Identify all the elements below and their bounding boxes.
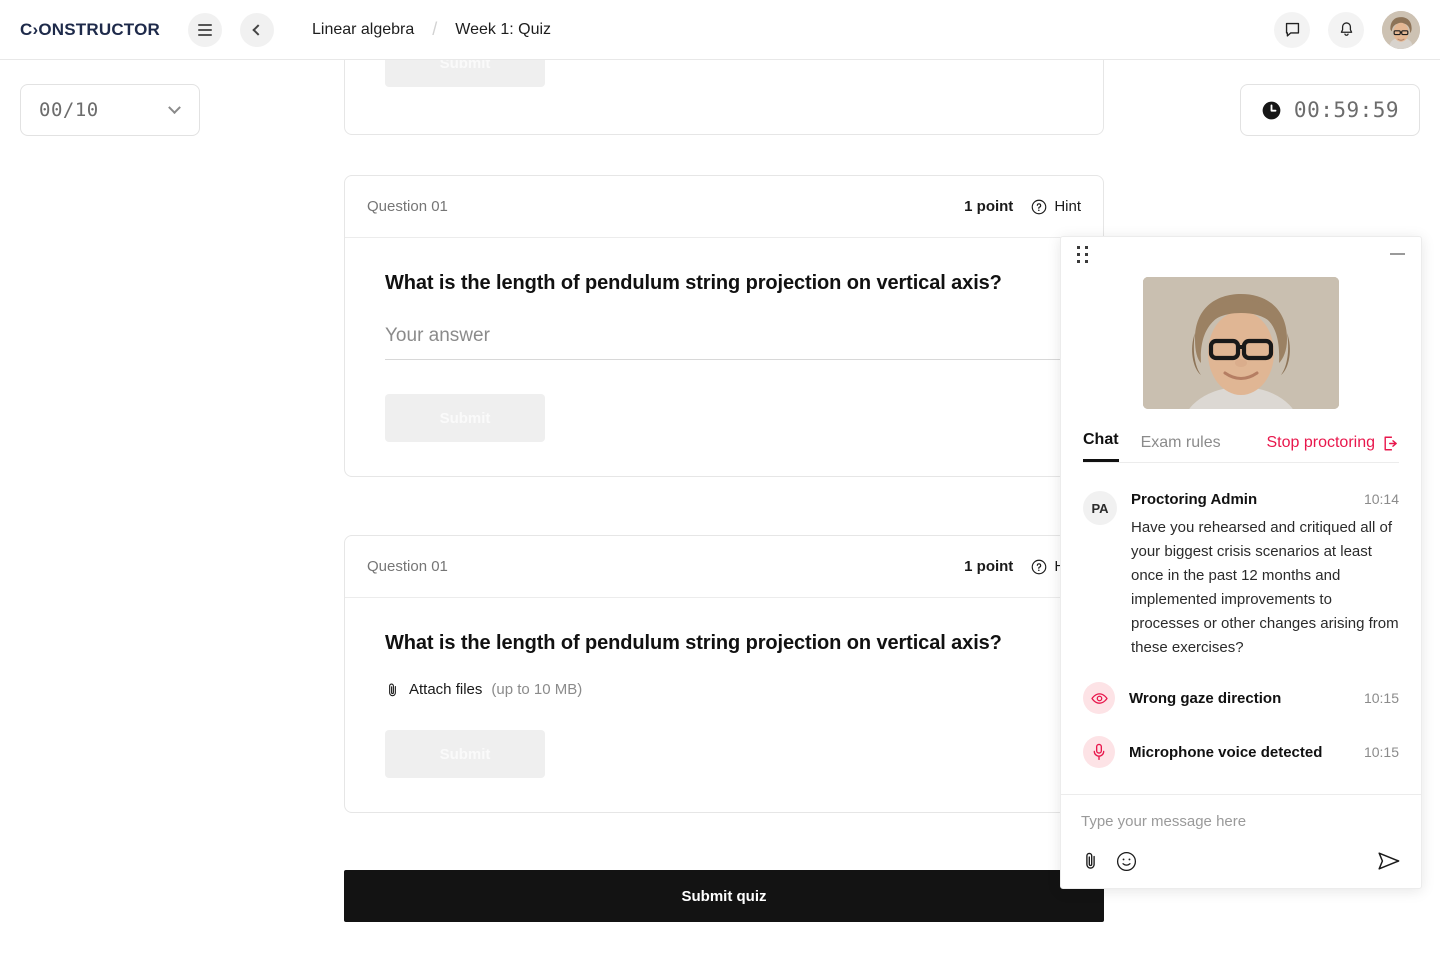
submit-answer-button[interactable]: Submit <box>385 394 545 442</box>
question-card-body: What is the length of pendulum string pr… <box>345 238 1103 476</box>
logout-icon <box>1384 436 1397 450</box>
smiley-icon <box>1116 851 1137 871</box>
question-progress-value: 00/10 <box>39 99 99 121</box>
attach-files-button[interactable]: Attach files (up to 10 MB) <box>385 681 1063 698</box>
minimize-icon[interactable] <box>1390 253 1405 255</box>
question-points: 1 point <box>964 198 1014 215</box>
chat-message-time: 10:14 <box>1363 491 1399 507</box>
chat-composer-actions <box>1081 850 1401 872</box>
bell-icon <box>1340 21 1352 36</box>
question-points: 1 point <box>964 558 1014 575</box>
submit-quiz-button[interactable]: Submit quiz <box>344 870 1104 922</box>
proctoring-event-label: Wrong gaze direction <box>1129 689 1282 707</box>
send-icon <box>1378 852 1400 870</box>
brand-logo-text: C›ONSTRUCTOR <box>20 19 160 39</box>
question-circle-icon <box>1031 199 1047 214</box>
question-card-header: Question 01 1 point Hint <box>345 536 1103 598</box>
attach-files-hint: (up to 10 MB) <box>491 681 583 698</box>
chat-send-button[interactable] <box>1377 850 1401 872</box>
proctoring-event: Wrong gaze direction 10:15 <box>1083 682 1399 714</box>
eye-icon <box>1090 692 1108 704</box>
proctoring-webcam-feed <box>1143 277 1339 409</box>
chevron-down-icon <box>168 100 181 114</box>
menu-button[interactable] <box>187 12 222 47</box>
proctoring-panel-header <box>1061 237 1421 271</box>
breadcrumb-separator: / <box>432 19 438 39</box>
brand-logo[interactable]: C›ONSTRUCTOR <box>20 20 160 40</box>
chat-message-author: Proctoring Admin <box>1131 491 1258 508</box>
chat-message-input[interactable]: Type your message here <box>1081 813 1401 830</box>
question-number: Question 01 <box>367 558 448 575</box>
tab-chat[interactable]: Chat <box>1083 431 1119 462</box>
question-progress-select[interactable]: 00/10 <box>20 84 200 136</box>
question-circle-icon <box>1031 559 1047 574</box>
stop-proctoring-label: Stop proctoring <box>1266 434 1375 451</box>
hint-button[interactable]: Hint <box>1031 198 1081 215</box>
proctoring-event-time: 10:15 <box>1363 744 1399 760</box>
webcam-portrait <box>1143 277 1339 409</box>
chevron-left-icon <box>252 23 265 36</box>
proctoring-event-time: 10:15 <box>1363 690 1399 706</box>
question-card-body: What is the length of pendulum string pr… <box>345 598 1103 812</box>
event-icon-wrap <box>1083 736 1115 768</box>
paperclip-icon <box>389 683 396 696</box>
stop-proctoring-button[interactable]: Stop proctoring <box>1266 434 1399 462</box>
answer-input[interactable]: Your answer <box>385 325 1063 360</box>
question-text: What is the length of pendulum string pr… <box>385 632 1002 654</box>
question-card-header: Question 01 1 point Hint <box>345 176 1103 238</box>
notifications-button[interactable] <box>1328 11 1364 48</box>
messages-button[interactable] <box>1274 11 1310 48</box>
breadcrumb-page[interactable]: Week 1: Quiz <box>455 21 551 39</box>
chat-composer: Type your message here <box>1061 794 1421 888</box>
question-text: What is the length of pendulum string pr… <box>385 272 1002 294</box>
attach-files-label: Attach files <box>409 681 483 698</box>
avatar-portrait <box>1382 10 1420 49</box>
submit-answer-button[interactable]: Submit <box>385 730 545 778</box>
chat-bubble-icon <box>1285 22 1299 37</box>
avatar[interactable] <box>1382 10 1420 49</box>
chat-message-text: Have you rehearsed and critiqued all of … <box>1131 519 1399 656</box>
clock-icon <box>1262 101 1281 119</box>
question-number: Question 01 <box>367 198 448 215</box>
paperclip-icon <box>1086 852 1095 869</box>
tab-exam-rules[interactable]: Exam rules <box>1141 434 1221 462</box>
microphone-icon <box>1093 743 1105 761</box>
chat-attach-button[interactable] <box>1081 851 1100 871</box>
breadcrumb-course[interactable]: Linear algebra <box>312 21 414 39</box>
chat-emoji-button[interactable] <box>1116 851 1137 872</box>
back-button[interactable] <box>239 12 274 47</box>
exam-timer-value: 00:59:59 <box>1293 98 1400 122</box>
hint-label: Hint <box>1054 198 1081 215</box>
breadcrumb: Linear algebra / Week 1: Quiz <box>312 19 551 40</box>
event-icon-wrap <box>1083 682 1115 714</box>
drag-handle-icon[interactable] <box>1077 245 1088 263</box>
avatar: PA <box>1083 491 1117 525</box>
chat-message-list: PA Proctoring Admin 10:14 Have you rehea… <box>1061 463 1421 794</box>
proctoring-event-label: Microphone voice detected <box>1129 743 1323 761</box>
hamburger-icon <box>197 23 212 36</box>
proctoring-panel: Chat Exam rules Stop proctoring PA Proct… <box>1060 236 1422 889</box>
exam-timer: 00:59:59 <box>1240 84 1420 136</box>
chat-message: PA Proctoring Admin 10:14 Have you rehea… <box>1083 491 1399 660</box>
question-card: Question 01 1 point Hint What is the len… <box>344 535 1104 813</box>
question-card: Question 01 1 point Hint What is the len… <box>344 175 1104 477</box>
top-navigation-bar: C›ONSTRUCTOR Linear algebra / Week 1: Qu… <box>0 0 1440 60</box>
proctoring-event: Microphone voice detected 10:15 <box>1083 736 1399 768</box>
top-bar-actions <box>1274 10 1420 49</box>
proctoring-tabs: Chat Exam rules Stop proctoring <box>1061 431 1421 462</box>
